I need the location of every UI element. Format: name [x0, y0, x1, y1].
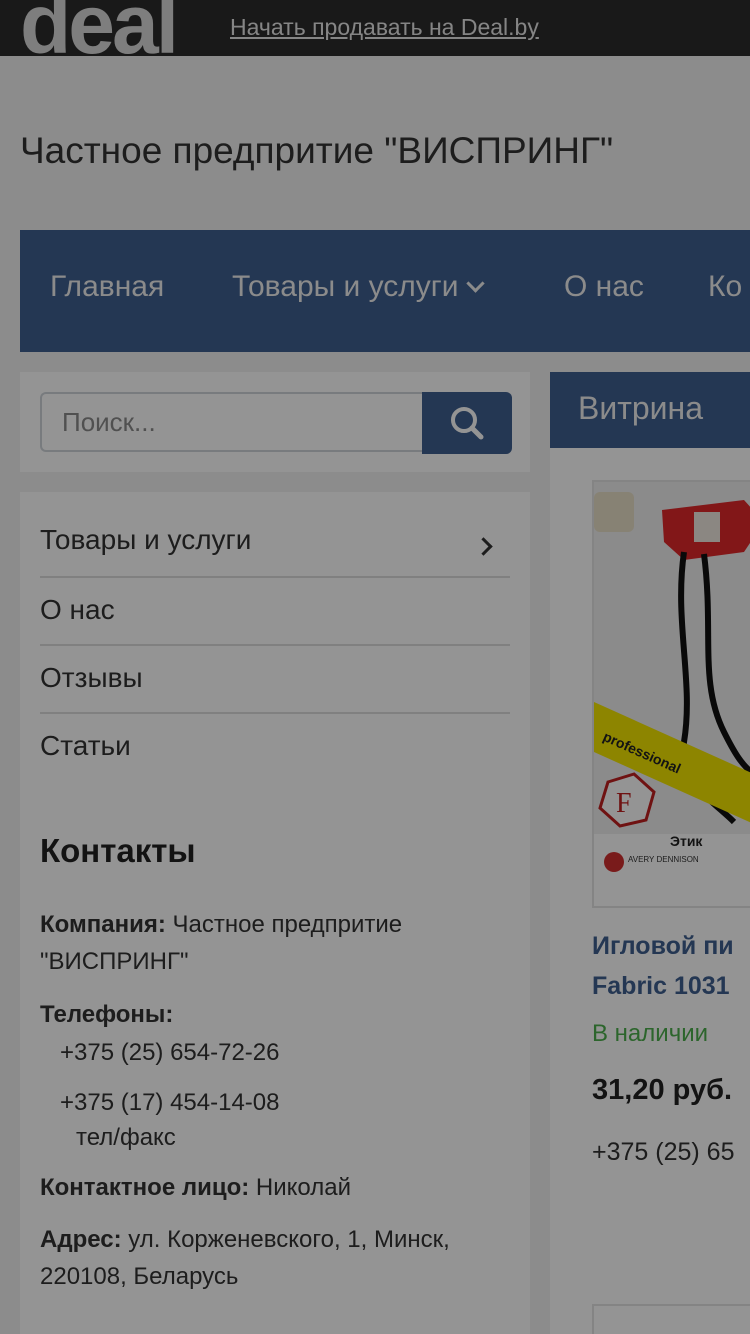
showcase-header: Витрина: [550, 372, 750, 448]
side-panel: Товары и услуги О нас Отзывы Статьи Конт…: [20, 492, 530, 1334]
search-icon: [451, 407, 484, 440]
nav-item-about[interactable]: О нас: [564, 270, 644, 304]
product-image-brand: AVERY DENNISON: [628, 855, 699, 864]
product-panel: professional F AVERY DENNISON Этик Иглов…: [550, 448, 750, 1334]
contact-person-label: Контактное лицо:: [40, 1174, 250, 1201]
contact-company: Компания: Частное предпритие "ВИСПРИНГ": [40, 906, 510, 980]
product-image[interactable]: professional F AVERY DENNISON Этик: [592, 480, 750, 908]
main-nav: Главная Товары и услуги О нас Ко: [20, 230, 750, 352]
chevron-right-icon: [474, 537, 493, 556]
side-menu-label: Отзывы: [40, 662, 143, 693]
product-availability: В наличии: [592, 1020, 709, 1047]
contact-company-value-1: Частное предпритие: [172, 911, 403, 938]
contact-company-label: Компания:: [40, 911, 166, 938]
search-panel: [20, 372, 530, 472]
contact-phones-label: Телефоны:: [40, 996, 510, 1033]
product-image-text-f: F: [616, 788, 632, 819]
phone-2[interactable]: +375 (17) 454-14-08: [60, 1084, 530, 1121]
nav-item-home[interactable]: Главная: [50, 270, 164, 304]
nav-item-contacts[interactable]: Ко: [708, 270, 742, 304]
product-name-link[interactable]: Игловой пи Fabric 1031: [592, 926, 750, 1006]
company-title: Частное предпритие "ВИСПРИНГ": [20, 130, 614, 171]
product-name-line-2: Fabric 1031: [592, 972, 730, 1000]
nav-item-label: О нас: [564, 270, 644, 303]
product-price: 31,20 руб.: [592, 1074, 733, 1106]
search-input[interactable]: [40, 392, 422, 452]
address-line-2: 220108, Беларусь: [40, 1263, 239, 1290]
glue-gun-image: professional F AVERY DENNISON Этик: [594, 482, 750, 906]
next-product-card[interactable]: [592, 1304, 750, 1334]
nav-item-label: Ко: [708, 270, 743, 303]
phones-label: Телефоны:: [40, 1001, 174, 1028]
top-bar: deal Начать продавать на Deal.by: [0, 0, 750, 56]
product-image-text-label: Этик: [670, 833, 703, 849]
nav-item-label: Главная: [50, 270, 165, 303]
start-selling-link[interactable]: Начать продавать на Deal.by: [230, 14, 539, 41]
search-button[interactable]: [422, 392, 512, 454]
nav-item-label: Товары и услуги: [232, 270, 459, 303]
side-menu-item-articles[interactable]: Статьи: [40, 714, 510, 782]
deal-logo[interactable]: deal: [20, 0, 179, 56]
contact-address: Адрес: ул. Корженевского, 1, Минск, 2201…: [40, 1221, 510, 1295]
side-menu-label: Статьи: [40, 730, 131, 761]
address-label: Адрес:: [40, 1226, 122, 1253]
contact-company-value-2: "ВИСПРИНГ": [40, 948, 189, 975]
nav-item-products[interactable]: Товары и услуги: [232, 270, 485, 304]
side-menu-label: Товары и услуги: [40, 524, 252, 555]
product-name-line-1: Игловой пи: [592, 932, 734, 960]
side-menu-item-reviews[interactable]: Отзывы: [40, 646, 510, 714]
side-menu-item-about[interactable]: О нас: [40, 578, 510, 646]
address-line-1: ул. Корженевского, 1, Минск,: [128, 1226, 450, 1253]
phone-2-note: тел/факс: [76, 1124, 176, 1151]
showcase-title: Витрина: [578, 390, 704, 426]
product-phone[interactable]: +375 (25) 65: [592, 1138, 734, 1167]
chevron-down-icon: [465, 274, 485, 293]
side-menu-item-products[interactable]: Товары и услуги: [40, 510, 510, 578]
contacts-title: Контакты: [40, 832, 196, 869]
side-menu-label: О нас: [40, 594, 115, 625]
contact-person: Контактное лицо: Николай: [40, 1169, 510, 1206]
contact-person-value: Николай: [255, 1174, 352, 1201]
phone-1[interactable]: +375 (25) 654-72-26: [60, 1034, 530, 1071]
